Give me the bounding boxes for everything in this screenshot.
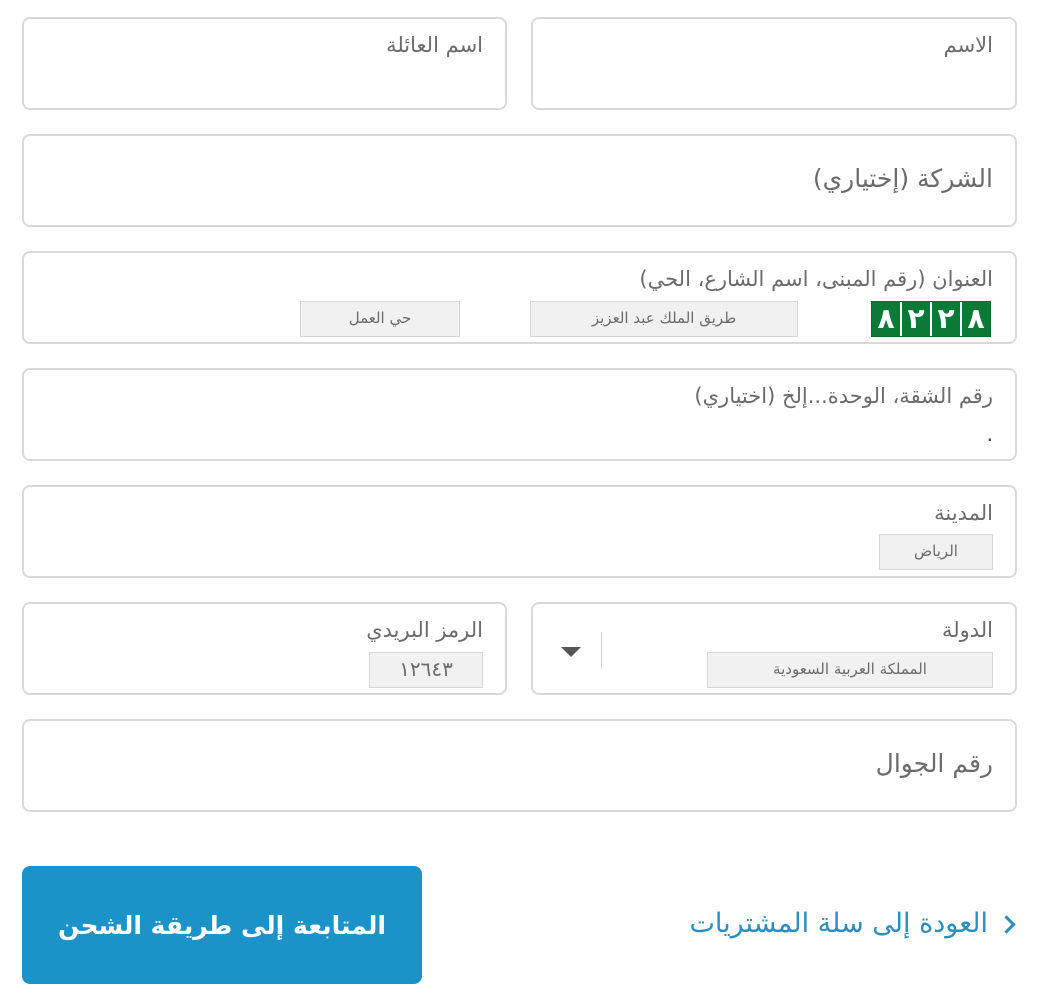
company-field[interactable]: الشركة (إختياري) (22, 134, 1017, 227)
city-example: الرياض (879, 534, 993, 570)
address-field[interactable]: العنوان (رقم المبنى، اسم الشارع، الحي) ٨… (22, 251, 1017, 344)
district-example: حي العمل (300, 301, 460, 337)
select-divider (601, 632, 602, 668)
building-digit: ٢ (930, 302, 960, 336)
country-label: الدولة (941, 618, 993, 642)
postal-code-label: الرمز البريدي (366, 618, 483, 642)
first-name-label: الاسم (943, 33, 993, 57)
company-label: الشركة (إختياري) (812, 164, 993, 193)
building-digit: ٨ (877, 302, 895, 335)
country-select[interactable]: الدولة المملكة العربية السعودية (531, 602, 1017, 695)
phone-field[interactable]: رقم الجوال (22, 719, 1017, 812)
country-example: المملكة العربية السعودية (707, 652, 993, 688)
street-example: طريق الملك عبد العزيز (530, 301, 798, 337)
chevron-right-icon (997, 915, 1016, 934)
building-digit: ٢ (900, 302, 930, 336)
apartment-value: . (986, 422, 993, 446)
city-field[interactable]: المدينة الرياض (22, 485, 1017, 578)
postal-code-field[interactable]: الرمز البريدي ١٢٦٤٣ (22, 602, 507, 695)
continue-to-shipping-button[interactable]: المتابعة إلى طريقة الشحن (22, 866, 422, 984)
apartment-label: رقم الشقة، الوحدة...إلخ (اختياري) (694, 384, 993, 408)
last-name-field[interactable]: اسم العائلة (22, 17, 507, 110)
postal-code-example: ١٢٦٤٣ (369, 652, 483, 688)
first-name-field[interactable]: الاسم (531, 17, 1017, 110)
city-label: المدينة (934, 501, 993, 525)
apartment-field[interactable]: رقم الشقة، الوحدة...إلخ (اختياري) . (22, 368, 1017, 461)
last-name-label: اسم العائلة (386, 33, 483, 57)
building-digit: ٨ (960, 302, 990, 336)
back-to-cart-link[interactable]: العودة إلى سلة المشتريات (689, 908, 1016, 939)
phone-label: رقم الجوال (875, 749, 993, 778)
chevron-down-icon[interactable] (561, 647, 581, 657)
building-number-example: ٨ ٢ ٢ ٨ (871, 301, 991, 337)
back-to-cart-label: العودة إلى سلة المشتريات (689, 908, 988, 939)
address-label: العنوان (رقم المبنى، اسم الشارع، الحي) (639, 267, 993, 291)
